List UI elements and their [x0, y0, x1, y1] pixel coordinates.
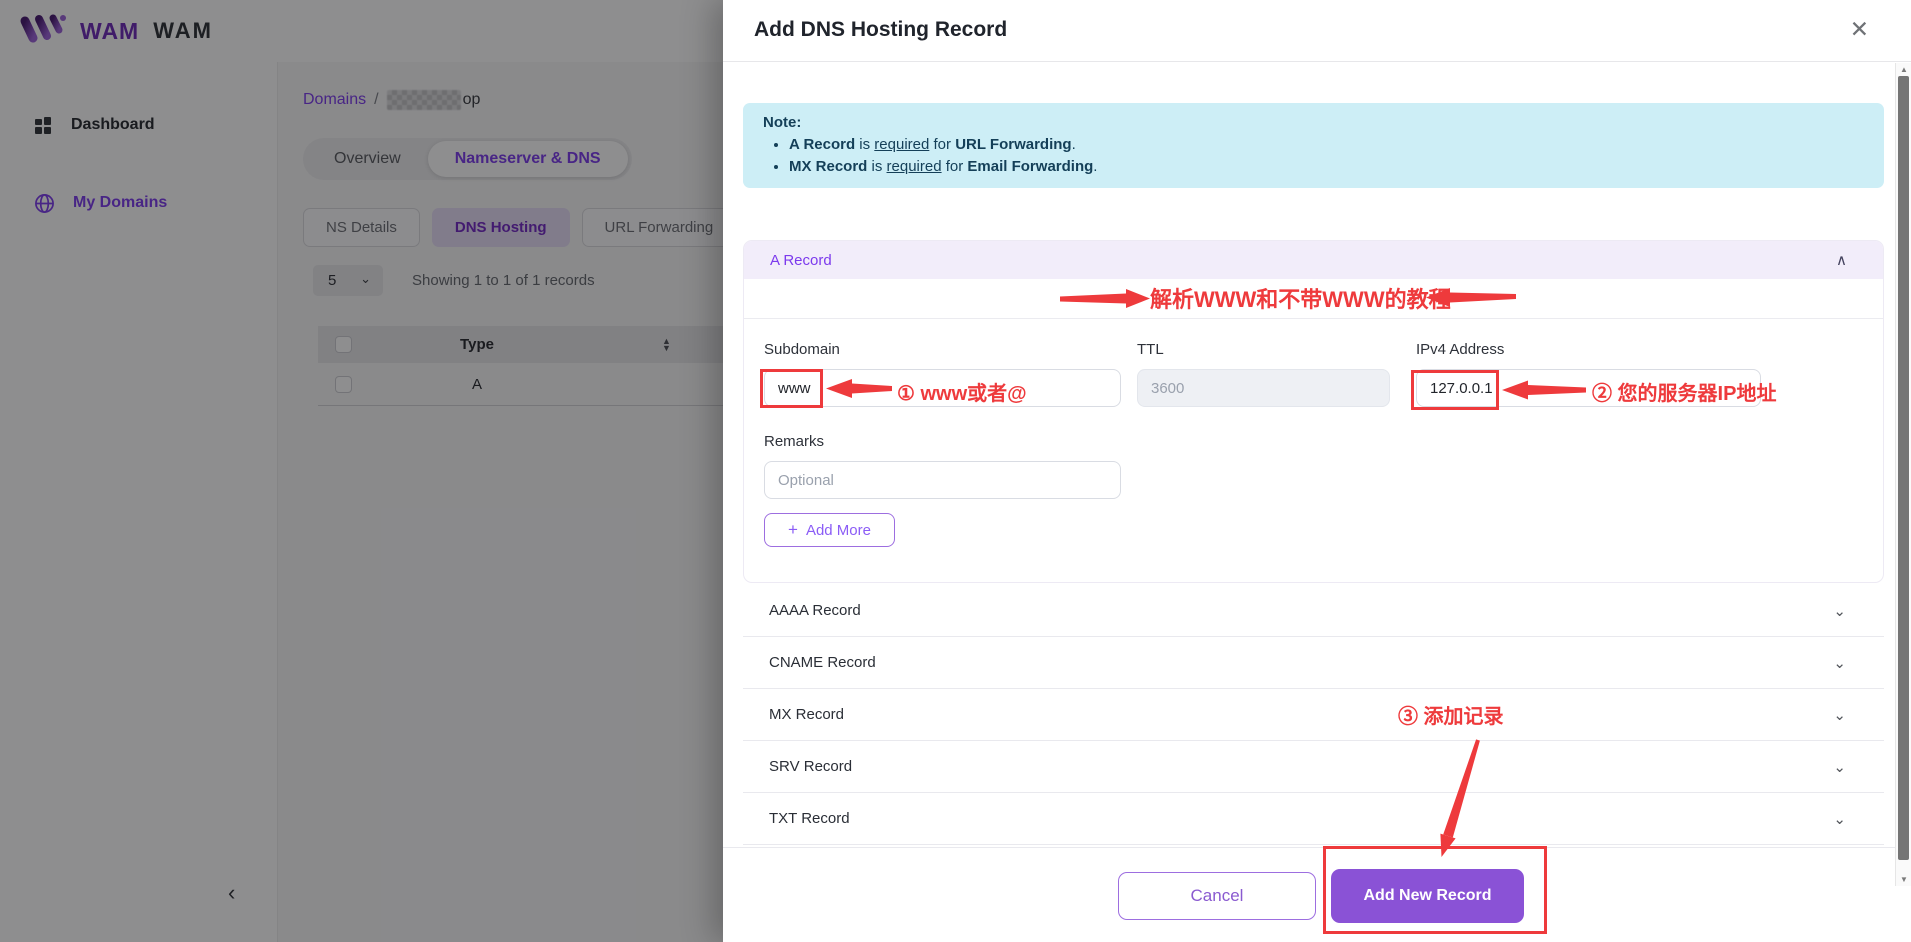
- close-icon[interactable]: ✕: [1850, 18, 1869, 41]
- subdomain-field: Subdomain: [764, 341, 1121, 407]
- scroll-down-icon[interactable]: ▼: [1896, 875, 1911, 884]
- modal-title: Add DNS Hosting Record: [754, 18, 1007, 42]
- ttl-label: TTL: [1137, 341, 1390, 358]
- chevron-down-icon: ⌄: [1833, 706, 1846, 724]
- chevron-down-icon: ⌄: [1833, 654, 1846, 672]
- scroll-up-icon[interactable]: ▲: [1896, 65, 1911, 74]
- a-record-accordion-header[interactable]: A Record ∧: [744, 241, 1883, 279]
- modal-scrollbar[interactable]: ▲ ▼: [1895, 63, 1911, 886]
- add-dns-record-modal: Add DNS Hosting Record ✕ Note: A Record …: [723, 0, 1911, 942]
- add-new-record-button[interactable]: Add New Record: [1331, 869, 1524, 923]
- ttl-input: [1137, 369, 1390, 407]
- remarks-input[interactable]: [764, 461, 1121, 499]
- ipv4-field: IPv4 Address: [1416, 341, 1761, 407]
- chevron-down-icon: ⌄: [1833, 602, 1846, 620]
- collapsed-sections: AAAA Record ⌄ CNAME Record ⌄ MX Record ⌄…: [743, 585, 1884, 845]
- note-heading: Note:: [763, 114, 1864, 131]
- chevron-down-icon: ⌄: [1833, 810, 1846, 828]
- accordion-cname-record[interactable]: CNAME Record ⌄: [743, 637, 1884, 689]
- ipv4-input[interactable]: [1416, 369, 1761, 407]
- accordion-label: AAAA Record: [769, 602, 861, 619]
- cancel-button[interactable]: Cancel: [1118, 872, 1316, 920]
- chevron-down-icon: ⌄: [1833, 758, 1846, 776]
- accordion-txt-record[interactable]: TXT Record ⌄: [743, 793, 1884, 845]
- a-record-label: A Record: [770, 252, 832, 269]
- remarks-label: Remarks: [764, 433, 1121, 450]
- chevron-up-icon: ∧: [1836, 251, 1847, 269]
- accordion-srv-record[interactable]: SRV Record ⌄: [743, 741, 1884, 793]
- note-box: Note: A Record is required for URL Forwa…: [743, 103, 1884, 188]
- modal-header: Add DNS Hosting Record ✕: [723, 0, 1911, 62]
- screen: WAM WAM Dashboard My Domains ‹: [0, 0, 1911, 942]
- accordion-mx-record[interactable]: MX Record ⌄: [743, 689, 1884, 741]
- annotation-strip: [744, 279, 1883, 319]
- add-more-label: Add More: [806, 522, 871, 539]
- note-bullet-mx-record: MX Record is required for Email Forwardi…: [789, 156, 1864, 178]
- a-record-panel: A Record ∧ Subdomain TTL IPv4 Address Re…: [743, 240, 1884, 583]
- subdomain-input[interactable]: [764, 369, 1121, 407]
- scrollbar-thumb[interactable]: [1898, 76, 1909, 860]
- modal-footer: Cancel Add New Record: [723, 847, 1911, 942]
- remarks-field: Remarks: [764, 433, 1121, 499]
- accordion-label: SRV Record: [769, 758, 852, 775]
- subdomain-label: Subdomain: [764, 341, 1121, 358]
- plus-icon: +: [788, 520, 798, 540]
- note-bullet-a-record: A Record is required for URL Forwarding.: [789, 134, 1864, 156]
- accordion-label: MX Record: [769, 706, 844, 723]
- accordion-label: TXT Record: [769, 810, 850, 827]
- ipv4-label: IPv4 Address: [1416, 341, 1761, 358]
- accordion-aaaa-record[interactable]: AAAA Record ⌄: [743, 585, 1884, 637]
- add-more-button[interactable]: + Add More: [764, 513, 895, 547]
- accordion-label: CNAME Record: [769, 654, 876, 671]
- ttl-field: TTL: [1137, 341, 1390, 407]
